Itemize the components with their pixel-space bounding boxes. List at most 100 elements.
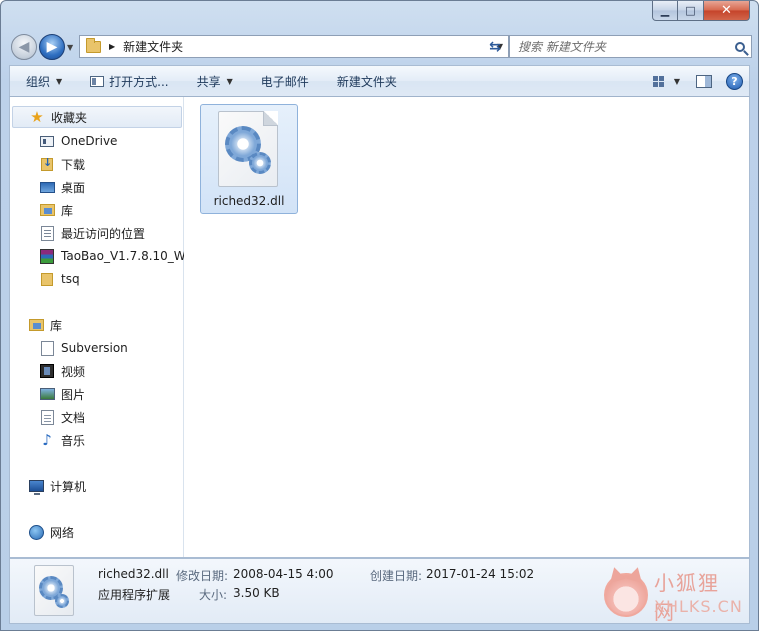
sidebar-item-label: 视频	[61, 364, 86, 379]
chevron-down-icon: ▼	[56, 76, 63, 86]
sidebar-item-videos[interactable]: 视频	[10, 360, 85, 382]
new-folder-button[interactable]: 新建文件夹	[327, 69, 407, 93]
open-with-icon	[90, 75, 105, 87]
organize-label: 组织	[26, 74, 51, 89]
chevron-down-icon: ▼	[226, 76, 233, 86]
explorer-window: ▁ □ ✕ ◀ ▶ ▼ ▶ 新建文件夹 ▼ ⇆ 组织 ▼ 打开方式... 共享 …	[0, 0, 759, 631]
star-icon: ★	[30, 108, 44, 126]
sidebar-item-label: 库	[50, 318, 63, 333]
sidebar-item-label: 文档	[61, 410, 86, 425]
sidebar-item-label: OneDrive	[61, 134, 118, 148]
minimize-button[interactable]: ▁	[652, 1, 678, 21]
navigation-bar: ◀ ▶ ▼ ▶ 新建文件夹 ▼ ⇆	[9, 31, 752, 63]
sidebar-item-label: 图片	[61, 387, 86, 402]
share-label: 共享	[196, 74, 221, 89]
dll-gear-icon	[34, 565, 74, 616]
sidebar-item-label: 网络	[50, 525, 75, 540]
search-icon[interactable]	[729, 41, 751, 52]
recent-places-icon	[39, 225, 55, 241]
sidebar-item-label: 最近访问的位置	[61, 226, 146, 241]
address-bar[interactable]: ▶ 新建文件夹 ▼	[79, 35, 509, 58]
sidebar-item-label: 库	[61, 203, 74, 218]
close-button[interactable]: ✕	[704, 1, 750, 21]
search-input[interactable]	[510, 36, 729, 57]
breadcrumb-separator[interactable]: ▶	[109, 42, 115, 51]
network-icon	[28, 524, 44, 540]
open-with-label: 打开方式...	[109, 74, 169, 89]
breadcrumb-current-folder[interactable]: 新建文件夹	[123, 38, 492, 55]
sidebar-item-library-shortcut[interactable]: 库	[10, 199, 73, 221]
file-name: riched32.dll	[213, 194, 285, 208]
details-modified-value: 2008-04-15 4:00	[233, 567, 334, 581]
email-button[interactable]: 电子邮件	[251, 69, 319, 93]
help-icon[interactable]: ?	[726, 72, 743, 90]
recent-pages-dropdown[interactable]: ▼	[67, 43, 73, 52]
sidebar-item-libraries[interactable]: 库	[10, 314, 62, 336]
details-pane: riched32.dll 应用程序扩展 修改日期: 2008-04-15 4:0…	[9, 558, 750, 624]
caption-buttons: ▁ □ ✕	[652, 1, 750, 21]
email-label: 电子邮件	[260, 74, 309, 89]
toolbar-right: ▼ ?	[652, 72, 749, 90]
desktop-icon	[39, 179, 55, 195]
navigation-pane: ★ 收藏夹 OneDrive 下载 桌面 库 最近访问的位置	[10, 97, 184, 557]
sidebar-item-label: tsq	[61, 272, 80, 286]
details-size-value: 3.50 KB	[233, 586, 280, 600]
document-icon	[39, 409, 55, 425]
sidebar-item-taobao[interactable]: TaoBao_V1.7.8.10_Wi	[10, 245, 184, 267]
sidebar-item-label: Subversion	[61, 341, 128, 355]
archive-icon	[39, 248, 55, 264]
preview-pane-icon[interactable]	[696, 74, 712, 88]
details-size-label: 大小:	[199, 588, 228, 602]
sidebar-item-subversion[interactable]: Subversion	[10, 337, 128, 359]
watermark: 小狐狸网 XHLKS.CN	[604, 565, 742, 624]
library-icon	[28, 317, 44, 333]
content-area: ★ 收藏夹 OneDrive 下载 桌面 库 最近访问的位置	[9, 97, 750, 558]
maximize-button[interactable]: □	[678, 1, 704, 21]
open-with-button[interactable]: 打开方式...	[80, 69, 178, 93]
back-button[interactable]: ◀	[11, 34, 37, 60]
details-file-name: riched32.dll	[98, 567, 169, 581]
details-file-type: 应用程序扩展	[98, 588, 171, 602]
sidebar-item-label: 音乐	[61, 433, 86, 448]
sidebar-item-label: 桌面	[61, 180, 86, 195]
document-icon	[39, 340, 55, 356]
sidebar-item-documents[interactable]: 文档	[10, 406, 85, 428]
change-view-icon[interactable]	[652, 75, 664, 87]
details-modified-label: 修改日期:	[176, 569, 229, 583]
watermark-subtitle: XHLKS.CN	[654, 597, 743, 616]
sidebar-item-label: 计算机	[50, 479, 87, 494]
folder-icon	[39, 271, 55, 287]
forward-button[interactable]: ▶	[39, 34, 65, 60]
sidebar-item-pictures[interactable]: 图片	[10, 383, 85, 405]
sidebar-item-network[interactable]: 网络	[10, 521, 74, 543]
sidebar-item-downloads[interactable]: 下载	[10, 153, 85, 175]
music-icon: ♪	[42, 431, 52, 449]
refresh-button[interactable]: ⇆	[481, 35, 509, 58]
watermark-title: 小狐狸网	[654, 571, 720, 624]
computer-icon	[28, 478, 44, 495]
sidebar-item-label: TaoBao_V1.7.8.10_Wi	[61, 249, 184, 263]
search-box[interactable]	[509, 35, 752, 58]
sidebar-item-music[interactable]: ♪ 音乐	[10, 429, 85, 451]
sidebar-item-desktop[interactable]: 桌面	[10, 176, 85, 198]
sidebar-item-favorites[interactable]: ★ 收藏夹	[12, 106, 182, 128]
onedrive-icon	[39, 133, 55, 149]
view-options-chevron-icon[interactable]: ▼	[674, 77, 680, 86]
organize-menu[interactable]: 组织 ▼	[16, 69, 72, 93]
video-icon	[39, 363, 55, 379]
folder-icon	[86, 37, 101, 53]
details-created-value: 2017-01-24 15:02	[426, 567, 535, 581]
share-menu[interactable]: 共享 ▼	[187, 69, 243, 93]
details-created-label: 创建日期:	[370, 569, 423, 583]
sidebar-item-recent-places[interactable]: 最近访问的位置	[10, 222, 145, 244]
fox-logo-icon	[604, 573, 648, 617]
sidebar-item-computer[interactable]: 计算机	[10, 475, 86, 497]
file-item[interactable]: riched32.dll	[200, 104, 298, 214]
new-folder-label: 新建文件夹	[336, 74, 397, 89]
sidebar-item-onedrive[interactable]: OneDrive	[10, 130, 117, 152]
sidebar-item-tsq[interactable]: tsq	[10, 268, 80, 290]
sidebar-item-label: 收藏夹	[51, 110, 88, 125]
pictures-icon	[39, 386, 55, 402]
downloads-icon	[39, 156, 55, 172]
library-icon	[39, 202, 55, 218]
